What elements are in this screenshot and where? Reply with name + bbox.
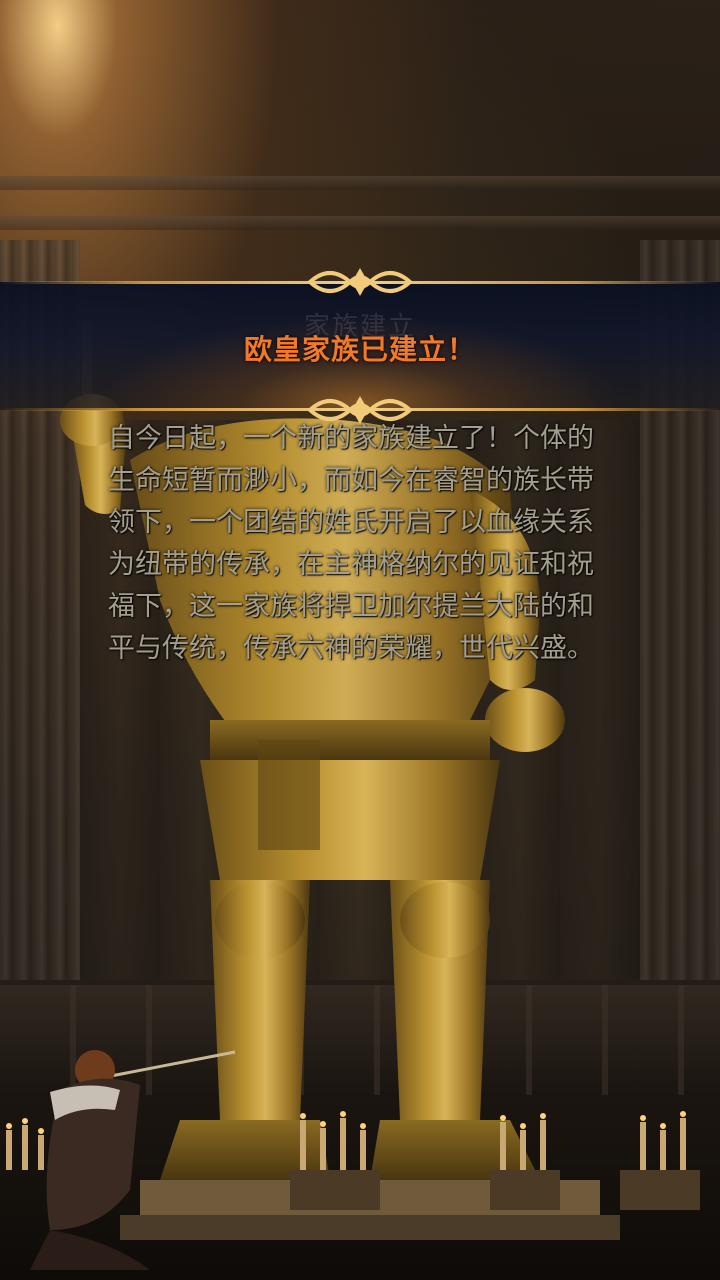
candle-clusters	[6, 1111, 700, 1210]
arch-molding-lower	[0, 216, 720, 230]
family-story-paragraph: 自今日起，一个新的家族建立了！个体的生命短暂而渺小，而如今在睿智的族长带领下，一…	[108, 423, 594, 664]
family-established-title: 欧皇家族已建立！	[243, 333, 476, 366]
banner-top-ornament-icon	[307, 268, 413, 296]
arch-molding-upper	[0, 176, 720, 190]
family-established-scene[interactable]: 家族建立 欧皇家族已建立！ 自今日起，一个新的家族建立了！个体的生命短暂而渺小，…	[0, 0, 720, 1280]
